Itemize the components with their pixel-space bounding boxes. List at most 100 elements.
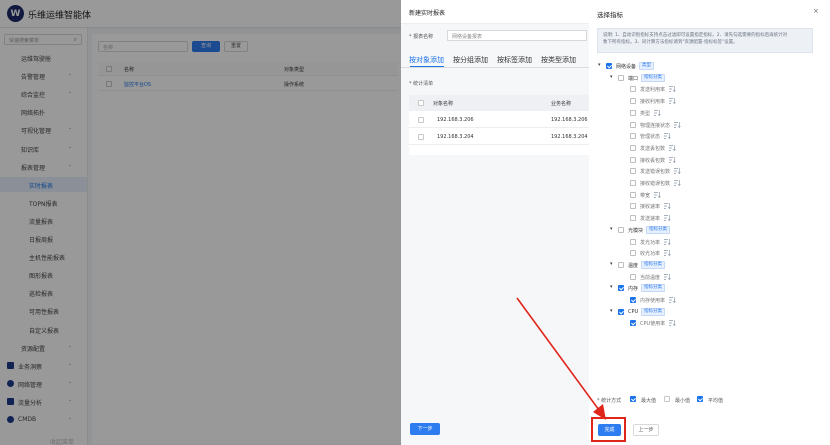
metric-tree-node[interactable]: 发送丢包数 bbox=[589, 144, 829, 153]
tab-by-tag[interactable]: 按标签添加 bbox=[497, 55, 532, 65]
metric-label: 发送丢包数 bbox=[640, 145, 666, 152]
sort-order-icon[interactable] bbox=[663, 273, 671, 281]
sort-order-icon[interactable] bbox=[673, 179, 681, 187]
row-biz-name: 192.168.3.206 bbox=[551, 117, 588, 123]
metric-checkbox[interactable] bbox=[630, 86, 636, 93]
metric-tree-node[interactable]: 类型 bbox=[589, 109, 829, 118]
stat-method-field: * 统计方式 最大值 最小值 平均值 bbox=[597, 395, 827, 405]
metric-tree-node[interactable]: ▾ 网络设备 类型 bbox=[589, 62, 829, 71]
metric-tree-node[interactable]: ▾ 端口 指标分类 bbox=[589, 73, 829, 83]
metric-tree-node[interactable]: 接收错误包数 bbox=[589, 179, 829, 188]
metric-checkbox[interactable] bbox=[630, 144, 636, 151]
metric-tree-node[interactable]: 收光功率 bbox=[589, 249, 829, 258]
sort-order-icon[interactable] bbox=[663, 249, 671, 257]
close-icon[interactable]: × bbox=[813, 7, 819, 15]
metric-tree-node[interactable]: 物理连接状态 bbox=[589, 121, 829, 130]
metric-checkbox[interactable] bbox=[630, 250, 636, 257]
sort-order-icon[interactable] bbox=[663, 214, 671, 222]
metric-checkbox[interactable] bbox=[630, 273, 636, 280]
caret-down-icon[interactable]: ▾ bbox=[598, 62, 601, 68]
metric-label: 管理状态 bbox=[640, 134, 661, 141]
metric-tree-node[interactable]: 带宽 bbox=[589, 191, 829, 200]
metric-tree-node[interactable]: 内存使用率 bbox=[589, 296, 829, 305]
metric-tree-node[interactable]: 发送速率 bbox=[589, 214, 829, 223]
metric-checkbox[interactable] bbox=[618, 226, 624, 233]
metric-checkbox[interactable] bbox=[630, 238, 636, 245]
metric-tree-node[interactable]: 接收利用率 bbox=[589, 97, 829, 106]
stat-method-label: * 统计方式 bbox=[597, 398, 622, 404]
row-checkbox[interactable] bbox=[418, 117, 424, 123]
metric-tree-node[interactable]: 管理状态 bbox=[589, 132, 829, 141]
avg-checkbox[interactable] bbox=[697, 396, 703, 402]
metric-tree-node[interactable]: 发送利用率 bbox=[589, 85, 829, 94]
metric-tree-node[interactable]: ▾ 光模块 指标分类 bbox=[589, 225, 829, 235]
sort-order-icon[interactable] bbox=[653, 191, 661, 199]
sort-order-icon[interactable] bbox=[673, 121, 681, 129]
drawer-header: 新建实时报表 bbox=[401, 0, 589, 24]
sort-order-icon[interactable] bbox=[663, 202, 671, 210]
tab-by-type[interactable]: 按类型添加 bbox=[541, 55, 576, 65]
select-all-objects-checkbox[interactable] bbox=[418, 100, 424, 106]
metric-checkbox[interactable] bbox=[630, 168, 636, 175]
sort-order-icon[interactable] bbox=[668, 85, 676, 93]
row-object-ip: 192.168.3.204 bbox=[437, 134, 474, 140]
caret-down-icon[interactable]: ▾ bbox=[610, 74, 613, 80]
sort-order-icon[interactable] bbox=[668, 97, 676, 105]
metric-tree-node[interactable]: 当前温度 bbox=[589, 273, 829, 282]
metric-tree-node[interactable]: ▾ 内存 指标分类 bbox=[589, 284, 829, 293]
sort-order-icon[interactable] bbox=[668, 296, 676, 304]
metric-checkbox[interactable] bbox=[618, 308, 624, 315]
caret-down-icon[interactable]: ▾ bbox=[610, 226, 613, 232]
metric-checkbox[interactable] bbox=[630, 320, 636, 327]
sort-order-icon[interactable] bbox=[668, 319, 676, 327]
tab-by-object[interactable]: 按对象添加 bbox=[409, 55, 444, 65]
previous-step-button[interactable]: 上一步 bbox=[633, 424, 659, 436]
metric-tree-node[interactable]: 发送错误包数 bbox=[589, 167, 829, 176]
metric-checkbox[interactable] bbox=[630, 109, 636, 116]
metric-checkbox[interactable] bbox=[630, 203, 636, 210]
sort-order-icon[interactable] bbox=[663, 238, 671, 246]
caret-down-icon[interactable]: ▾ bbox=[610, 261, 613, 267]
drawer-title: 新建实时报表 bbox=[409, 10, 446, 17]
metric-checkbox[interactable] bbox=[630, 156, 636, 163]
sort-order-icon[interactable] bbox=[668, 156, 676, 164]
caret-down-icon[interactable]: ▾ bbox=[610, 308, 613, 314]
metric-label: 端口 bbox=[628, 75, 639, 82]
description-line: 说明: 1、自动识别指标支持点击过滤即可设置指定指标。2、请先勾选需要的指标后再… bbox=[603, 33, 788, 38]
column-biz-name: 业务名称 bbox=[551, 101, 572, 107]
metric-label: 接收利用率 bbox=[640, 99, 666, 106]
metric-checkbox[interactable] bbox=[630, 191, 636, 198]
min-checkbox[interactable] bbox=[664, 396, 670, 402]
description-line: 象下所有指标。3、同计算方法指标请到"资源配置-指标标签"设置。 bbox=[603, 40, 738, 45]
metric-checkbox[interactable] bbox=[630, 215, 636, 222]
metric-checkbox[interactable] bbox=[630, 98, 636, 105]
metric-tree-node[interactable]: 发光功率 bbox=[589, 238, 829, 247]
metric-label: 内存使用率 bbox=[640, 298, 666, 304]
sort-order-icon[interactable] bbox=[653, 109, 661, 117]
metric-checkbox[interactable] bbox=[630, 121, 636, 128]
metric-tree-node[interactable]: ▾ CPU 指标分类 bbox=[589, 307, 829, 317]
sort-order-icon[interactable] bbox=[673, 167, 681, 175]
tab-by-group[interactable]: 按分组添加 bbox=[453, 55, 488, 65]
table-row[interactable]: 192.168.3.204 192.168.3.204 bbox=[409, 129, 589, 145]
metric-tree-node[interactable]: ▾ 温度 指标分类 bbox=[589, 260, 829, 270]
row-checkbox[interactable] bbox=[418, 134, 424, 140]
metric-checkbox[interactable] bbox=[618, 285, 624, 292]
sort-order-icon[interactable] bbox=[668, 144, 676, 152]
metric-tree-node[interactable]: 接收速率 bbox=[589, 202, 829, 211]
table-row[interactable]: 192.168.3.206 192.168.3.206 bbox=[409, 112, 589, 128]
metric-checkbox[interactable] bbox=[630, 180, 636, 186]
sort-order-icon[interactable] bbox=[663, 132, 671, 140]
metric-checkbox[interactable] bbox=[630, 297, 636, 303]
metric-category-tag: 指标分类 bbox=[641, 284, 665, 293]
caret-down-icon[interactable]: ▾ bbox=[610, 284, 613, 290]
next-step-button[interactable]: 下一步 bbox=[410, 423, 440, 435]
metric-tree-node[interactable]: CPU使用率 bbox=[589, 319, 829, 328]
metric-checkbox[interactable] bbox=[618, 261, 624, 268]
metric-checkbox[interactable] bbox=[606, 63, 612, 69]
metric-checkbox[interactable] bbox=[618, 74, 624, 81]
max-checkbox[interactable] bbox=[630, 396, 636, 402]
metric-tree-node[interactable]: 接收丢包数 bbox=[589, 156, 829, 165]
metric-checkbox[interactable] bbox=[630, 133, 636, 140]
report-name-input[interactable]: 网络设备报表 bbox=[447, 30, 587, 41]
